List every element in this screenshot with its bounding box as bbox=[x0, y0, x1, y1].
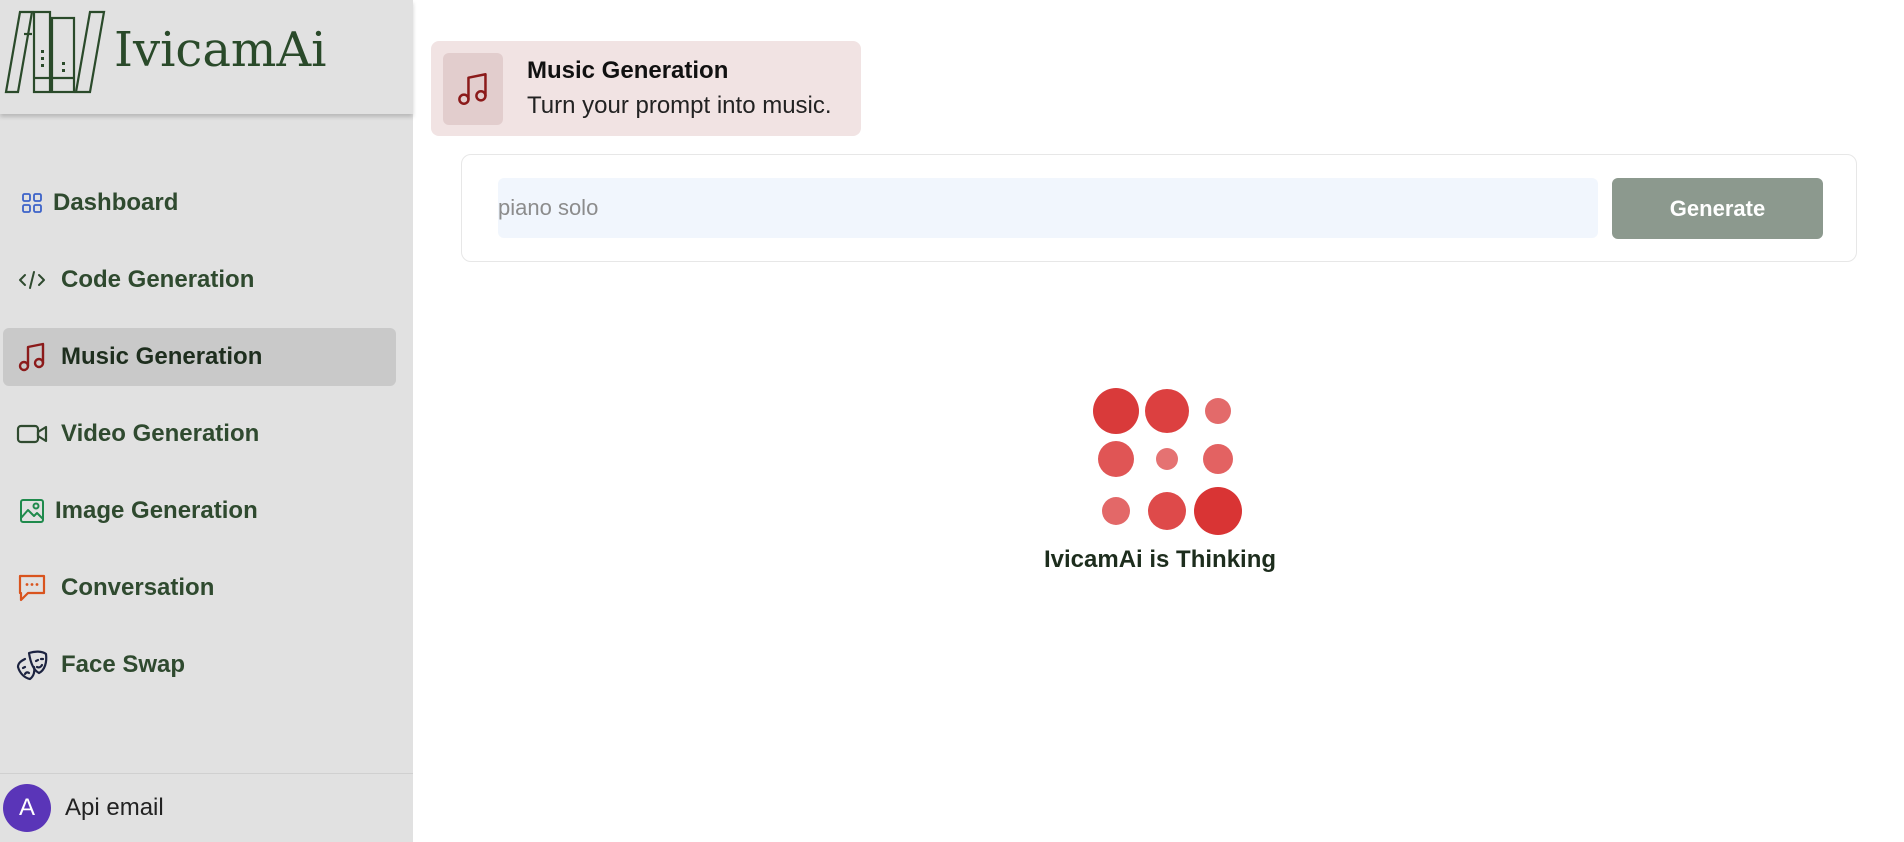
code-icon bbox=[15, 263, 49, 297]
music-note-icon bbox=[458, 72, 487, 105]
thinking-status: IvicamAi is Thinking bbox=[1043, 546, 1277, 573]
sidebar-item-code-generation[interactable]: Code Generation bbox=[3, 251, 396, 309]
sidebar-item-image-generation[interactable]: Image Generation bbox=[3, 482, 396, 540]
sidebar-item-label: Image Generation bbox=[55, 497, 258, 524]
sidebar-item-label: Face Swap bbox=[61, 651, 186, 678]
sidebar: IvicamAi Dashboard Code Generation Music… bbox=[0, 0, 413, 842]
sidebar-item-conversation[interactable]: Conversation bbox=[3, 559, 396, 617]
sidebar-item-music-generation[interactable]: Music Generation bbox=[3, 328, 396, 386]
logo-bar: IvicamAi bbox=[0, 0, 413, 114]
page-header: Music Generation Turn your prompt into m… bbox=[431, 41, 861, 136]
sidebar-item-video-generation[interactable]: Video Generation bbox=[3, 405, 396, 463]
thinking-loader bbox=[1080, 380, 1242, 540]
chat-bubble-icon bbox=[15, 571, 49, 605]
prompt-form: Generate bbox=[461, 154, 1857, 262]
sidebar-item-dashboard[interactable]: Dashboard bbox=[3, 174, 396, 232]
loader-dot bbox=[1148, 492, 1186, 530]
loader-dot bbox=[1203, 444, 1233, 474]
theater-masks-icon bbox=[15, 648, 49, 682]
logo-text: IvicamAi bbox=[114, 22, 327, 78]
sidebar-item-face-swap[interactable]: Face Swap bbox=[3, 636, 396, 694]
loader-dot bbox=[1194, 487, 1242, 535]
loader-dot bbox=[1156, 448, 1178, 470]
header-icon-box bbox=[443, 52, 503, 125]
video-camera-icon bbox=[15, 417, 49, 451]
generate-button[interactable]: Generate bbox=[1612, 178, 1823, 239]
prompt-input[interactable] bbox=[498, 178, 1598, 238]
loader-dot bbox=[1098, 441, 1134, 477]
sidebar-item-label: Code Generation bbox=[61, 266, 255, 293]
loader-dot bbox=[1145, 389, 1189, 433]
sidebar-item-label: Conversation bbox=[61, 574, 215, 601]
music-note-icon bbox=[15, 340, 49, 374]
sidebar-item-label: Music Generation bbox=[61, 343, 263, 370]
loader-dot bbox=[1205, 398, 1231, 424]
logo-books-icon bbox=[4, 10, 106, 94]
sidebar-item-label: Dashboard bbox=[53, 189, 179, 216]
sidebar-item-label: Video Generation bbox=[61, 420, 260, 447]
image-icon bbox=[15, 494, 49, 528]
page-subtitle: Turn your prompt into music. bbox=[527, 91, 832, 119]
loader-dot bbox=[1102, 497, 1130, 525]
user-profile[interactable]: A Api email bbox=[0, 773, 413, 842]
avatar: A bbox=[3, 784, 51, 832]
page-title: Music Generation bbox=[527, 56, 729, 84]
loader-dot bbox=[1093, 388, 1139, 434]
grid-icon bbox=[15, 186, 49, 220]
user-email-label: Api email bbox=[65, 794, 164, 821]
